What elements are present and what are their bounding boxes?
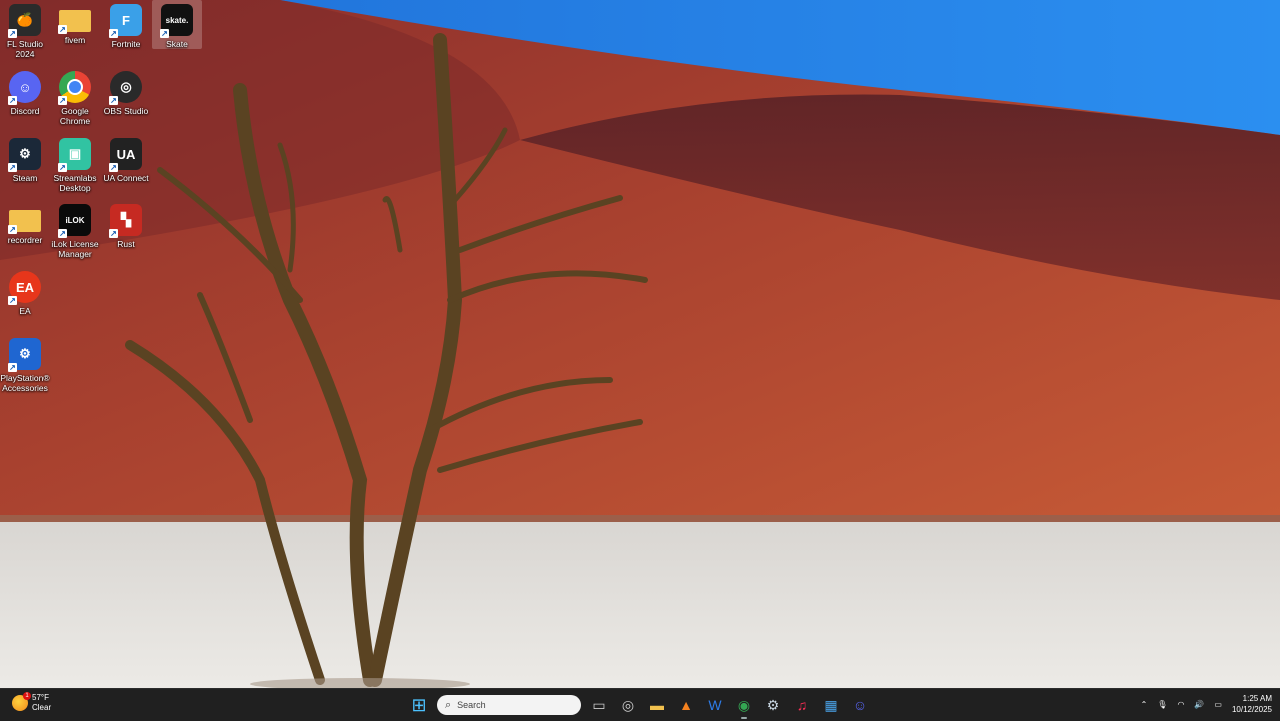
steam-icon: ⚙ ↗: [8, 138, 41, 172]
desktop-shortcut-label: fivem: [64, 35, 86, 45]
desktop-shortcut[interactable]: ↗ Google Chrome: [50, 67, 100, 126]
shortcut-arrow-icon: ↗: [109, 29, 118, 38]
desktop-icons: 🍊 ↗ FL Studio 2024 ↗ fivem F ↗ Fortnite skate. ↗ S…: [0, 0, 210, 400]
task-view-icon[interactable]: ▭: [588, 694, 610, 716]
volume-icon[interactable]: 🔊: [1194, 700, 1204, 709]
shortcut-arrow-icon: ↗: [8, 163, 17, 172]
clock-date: 10/12/2025: [1231, 705, 1272, 714]
weather-temperature: 57°F: [32, 693, 49, 702]
search-icon: ⌕: [445, 698, 452, 711]
desktop-shortcut[interactable]: skate. ↗ Skate: [152, 0, 202, 49]
skate-icon: skate. ↗: [160, 4, 193, 38]
file-explorer-icon[interactable]: ▬: [646, 694, 668, 716]
discord-taskbar-icon[interactable]: ☺: [849, 694, 871, 716]
desktop-shortcut[interactable]: ↗ recordrer: [0, 200, 50, 245]
ua-connect-icon: UA ↗: [109, 138, 142, 172]
shortcut-arrow-icon: ↗: [58, 163, 67, 172]
ilok-icon: iLOK ↗: [58, 204, 91, 238]
chevron-up-icon[interactable]: ⌃: [1141, 700, 1148, 709]
desktop-shortcut-label: Fortnite: [111, 39, 141, 49]
app-orange-icon[interactable]: ▲: [675, 694, 697, 716]
desktop-shortcut[interactable]: ▣ ↗ Streamlabs Desktop: [50, 134, 100, 193]
desktop-shortcut[interactable]: ⚙ ↗ Steam: [0, 134, 50, 183]
desktop-shortcut-label: FL Studio 2024: [6, 39, 44, 59]
desktop-shortcut-label: Discord: [10, 106, 40, 116]
search-box[interactable]: ⌕ Search: [437, 695, 581, 715]
search-placeholder: Search: [457, 700, 486, 710]
shortcut-arrow-icon: ↗: [8, 29, 17, 38]
desktop-shortcut-label: recordrer: [7, 235, 43, 245]
desktop-shortcut-label: EA: [19, 306, 31, 316]
clock-time: 1:25 AM: [1242, 694, 1272, 703]
desktop-shortcut-label: Steam: [12, 173, 38, 183]
shortcut-arrow-icon: ↗: [8, 225, 17, 234]
shortcut-arrow-icon: ↗: [58, 96, 67, 105]
system-tray: ⌃ 🎙 ◠ 🔊 ▭ 1:25 AM 10/12/2025: [1141, 693, 1272, 715]
weather-sun-icon: 1: [12, 692, 31, 711]
desktop-shortcut[interactable]: 🍊 ↗ FL Studio 2024: [0, 0, 50, 59]
desktop-shortcut[interactable]: ▚ ↗ Rust: [101, 200, 151, 249]
desktop-shortcut[interactable]: UA ↗ UA Connect: [101, 134, 151, 183]
desktop-shortcut[interactable]: ☺ ↗ Discord: [0, 67, 50, 116]
shortcut-arrow-icon: ↗: [109, 229, 118, 238]
fl-studio-icon: 🍊 ↗: [8, 4, 41, 38]
obs-icon: ◎ ↗: [109, 71, 142, 105]
desktop-shortcut[interactable]: ◎ ↗ OBS Studio: [101, 67, 151, 116]
desktop-shortcut-label: UA Connect: [103, 173, 149, 183]
ea-icon: EA ↗: [8, 271, 41, 305]
battery-icon[interactable]: ▭: [1214, 700, 1222, 709]
desktop-shortcut-label: Skate: [166, 39, 188, 49]
desktop-shortcut-label: Rust: [117, 239, 135, 249]
desktop-shortcut[interactable]: ↗ fivem: [50, 0, 100, 45]
shortcut-arrow-icon: ↗: [58, 229, 67, 238]
chrome-taskbar-icon[interactable]: ◉: [733, 694, 755, 719]
desktop-shortcut[interactable]: F ↗ Fortnite: [101, 0, 151, 49]
taskbar-apps: ⊞ ⌕ Search ▭ ◎ ▬ ▲ W ◉ ⚙ ♫ ▦ ☺: [408, 692, 871, 719]
shortcut-arrow-icon: ↗: [109, 96, 118, 105]
clock[interactable]: 1:25 AM 10/12/2025: [1232, 693, 1272, 715]
desktop-shortcut-label: Streamlabs Desktop: [53, 173, 97, 193]
weather-badge: 1: [23, 692, 31, 700]
chrome-icon: ↗: [58, 71, 91, 105]
discord-icon: ☺ ↗: [8, 71, 41, 105]
desktop-shortcut-label: PlayStation® Accessories: [0, 373, 50, 393]
desktop-shortcut-label: OBS Studio: [103, 106, 149, 116]
shortcut-arrow-icon: ↗: [109, 163, 118, 172]
desktop-shortcut[interactable]: iLOK ↗ iLok License Manager: [50, 200, 100, 259]
shortcut-arrow-icon: ↗: [8, 363, 17, 372]
apple-music-icon[interactable]: ♫: [791, 694, 813, 716]
obs-taskbar-icon[interactable]: ◎: [617, 694, 639, 716]
shortcut-arrow-icon: ↗: [160, 29, 169, 38]
shortcut-arrow-icon: ↗: [58, 25, 67, 34]
taskbar: 1 57°F Clear ⊞ ⌕ Search ▭ ◎ ▬ ▲ W ◉ ⚙ ♫ ▦ ☺ ⌃ 🎙 ◠…: [0, 688, 1280, 721]
start-button[interactable]: ⊞: [408, 694, 430, 716]
folder-icon: ↗: [8, 210, 41, 234]
shortcut-arrow-icon: ↗: [8, 296, 17, 305]
weather-condition: Clear: [32, 703, 52, 712]
desktop-shortcut-label: iLok License Manager: [51, 239, 99, 259]
desktop-shortcut[interactable]: EA ↗ EA: [0, 267, 50, 316]
wifi-icon[interactable]: ◠: [1177, 700, 1184, 709]
fortnite-icon: F ↗: [109, 4, 142, 38]
steam-taskbar-icon[interactable]: ⚙: [762, 694, 784, 716]
streamlabs-icon: ▣ ↗: [58, 138, 91, 172]
folder-icon: ↗: [58, 10, 91, 34]
microphone-icon[interactable]: 🎙: [1157, 700, 1167, 709]
playstation-accessories-icon: ⚙ ↗: [8, 338, 41, 372]
rust-icon: ▚ ↗: [109, 204, 142, 238]
desktop-shortcut-label: Google Chrome: [59, 106, 91, 126]
weather-widget[interactable]: 1 57°F Clear: [12, 692, 52, 713]
app-blue-icon[interactable]: W: [704, 694, 726, 716]
photos-icon[interactable]: ▦: [820, 694, 842, 716]
desktop-shortcut[interactable]: ⚙ ↗ PlayStation® Accessories: [0, 334, 50, 393]
shortcut-arrow-icon: ↗: [8, 96, 17, 105]
